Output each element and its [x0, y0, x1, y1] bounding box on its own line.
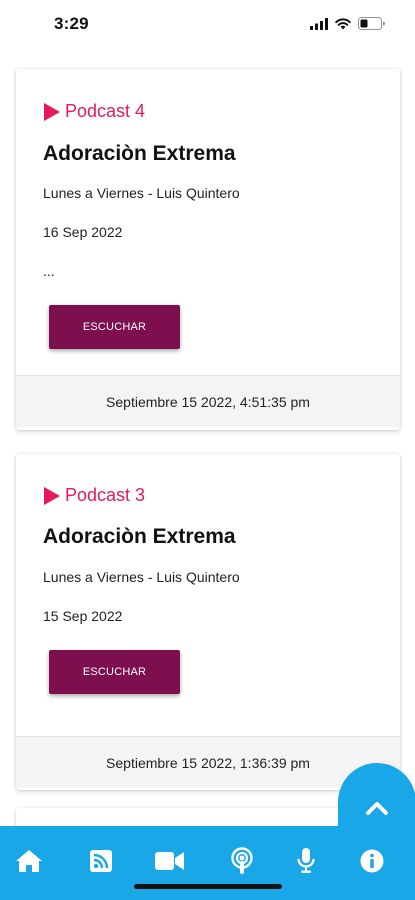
- nav-video[interactable]: [155, 846, 185, 876]
- status-time: 3:29: [54, 14, 89, 33]
- podcast-tag: Podcast 4: [43, 101, 145, 122]
- card-footer: Septiembre 15 2022, 1:36:39 pm: [16, 736, 400, 788]
- rss-feed-icon: [90, 850, 112, 872]
- status-icons: [310, 17, 385, 30]
- play-icon: [44, 486, 60, 505]
- chevron-up-icon[interactable]: [365, 800, 389, 816]
- podcast-tag-label: Podcast 4: [65, 101, 146, 121]
- published-timestamp: Septiembre 15 2022, 4:51:35 pm: [106, 393, 310, 410]
- play-icon: [44, 102, 60, 121]
- nav-microphone[interactable]: [291, 846, 321, 876]
- podcast-schedule: Lunes a Viernes - Luis Quintero: [43, 185, 240, 201]
- podcast-tag-label: Podcast 3: [65, 485, 146, 505]
- video-camera-icon: [155, 852, 184, 870]
- home-icon: [16, 850, 42, 872]
- nav-home[interactable]: [14, 846, 44, 876]
- nav-rss[interactable]: [86, 846, 116, 876]
- cellular-signal-icon: [310, 17, 328, 30]
- podcast-date: 16 Sep 2022: [43, 224, 123, 240]
- listen-button[interactable]: ESCUCHAR: [49, 650, 180, 694]
- podcast-excerpt: ...: [43, 263, 55, 279]
- card-footer: Septiembre 15 2022, 4:51:35 pm: [16, 375, 400, 427]
- podcast-title: Adoraciòn Extrema: [43, 142, 236, 165]
- battery-icon: [358, 17, 385, 30]
- wifi-icon: [335, 17, 351, 29]
- podcast-card: Podcast 3 Adoraciòn Extrema Lunes a Vier…: [16, 454, 400, 790]
- published-timestamp: Septiembre 15 2022, 1:36:39 pm: [106, 754, 310, 771]
- nav-info[interactable]: [357, 846, 387, 876]
- podcast-title: Adoraciòn Extrema: [43, 525, 236, 548]
- listen-button[interactable]: ESCUCHAR: [49, 305, 180, 349]
- podcast-date: 15 Sep 2022: [43, 608, 123, 624]
- home-indicator: [134, 884, 282, 889]
- microphone-icon: [297, 848, 315, 873]
- podcast-schedule: Lunes a Viernes - Luis Quintero: [43, 569, 240, 585]
- nav-podcast[interactable]: [227, 846, 257, 876]
- podcast-icon: [231, 847, 253, 874]
- status-bar: 3:29: [0, 0, 415, 48]
- podcast-card: Podcast 4 Adoraciòn Extrema Lunes a Vier…: [16, 69, 400, 430]
- info-icon: [360, 849, 384, 873]
- podcast-tag: Podcast 3: [43, 485, 145, 506]
